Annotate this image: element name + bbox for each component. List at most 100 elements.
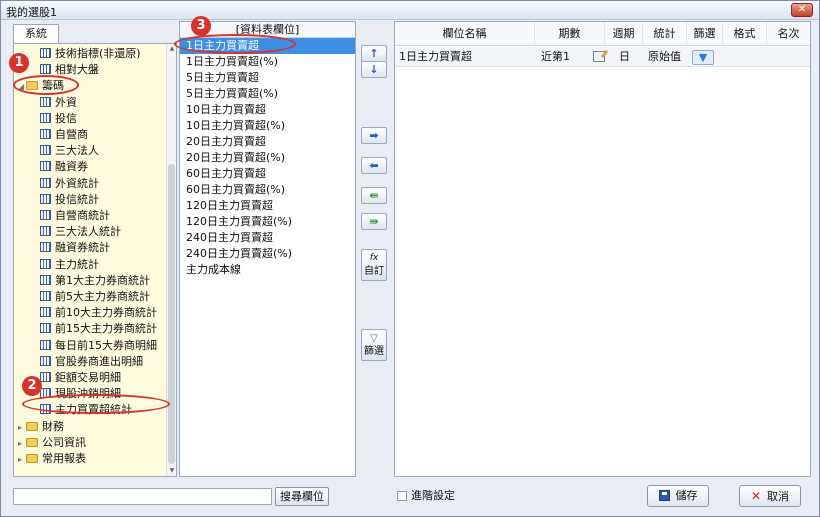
list-item[interactable]: 20日主力買賣超 <box>180 134 355 150</box>
add-all-button[interactable]: ⇛ <box>361 213 387 230</box>
list-item[interactable]: 120日主力買賣超 <box>180 198 355 214</box>
table-icon <box>40 210 51 220</box>
collapsed-arrow-icon[interactable]: ▸ <box>18 420 26 436</box>
cell-field-name: 1日主力買賣超 <box>399 50 472 63</box>
tree-item-label: 前10大主力券商統計 <box>55 306 157 320</box>
filter-button[interactable]: ▽ 篩選 <box>361 329 387 361</box>
col-stat[interactable]: 統計 <box>643 22 687 46</box>
tree-item-label: 三大法人 <box>55 144 99 158</box>
list-item[interactable]: 240日主力買賣超 <box>180 230 355 246</box>
table-icon <box>40 48 51 58</box>
tree-folder[interactable]: ▸ 公司資訊 <box>18 435 86 451</box>
list-item[interactable]: 120日主力買賣超(%) <box>180 214 355 230</box>
grid-header: 欄位名稱 期數 週期 統計 篩選 格式 名次 <box>395 22 810 46</box>
funnel-icon[interactable]: ▼ <box>692 49 714 65</box>
tree-folder[interactable]: ▸ 常用報表 <box>18 451 86 467</box>
tree-item-label: 三大法人統計 <box>55 225 121 239</box>
list-item[interactable]: 5日主力買賣超(%) <box>180 86 355 102</box>
tree-item[interactable]: 第1大主力券商統計 <box>40 273 150 289</box>
save-button[interactable]: 儲存 <box>647 485 709 507</box>
table-icon <box>40 96 51 107</box>
add-field-button[interactable]: ➡ <box>361 127 387 144</box>
tree-item[interactable]: 外資 <box>40 95 77 111</box>
table-icon <box>40 291 51 301</box>
scroll-down-icon[interactable]: ▼ <box>168 467 176 475</box>
cell-cycle: 日 <box>619 50 630 63</box>
table-icon <box>40 339 51 350</box>
table-icon <box>40 355 51 366</box>
tree-item-label: 自營商 <box>55 128 88 141</box>
table-icon <box>40 129 51 139</box>
tree-item[interactable]: 官股券商進出明細 <box>40 354 143 370</box>
tree-item[interactable]: 投信 <box>40 111 77 127</box>
tree-item-label: 官股券商進出明細 <box>55 354 143 368</box>
cell-stat: 原始值 <box>648 50 681 63</box>
tree-scrollbar[interactable]: ▲ ▼ <box>166 44 176 476</box>
collapsed-arrow-icon[interactable]: ▸ <box>18 436 26 452</box>
tree-item-label: 自營商統計 <box>55 209 110 222</box>
folder-icon <box>26 437 38 447</box>
col-rank[interactable]: 名次 <box>767 22 810 46</box>
tree-item[interactable]: 三大法人 <box>40 143 99 159</box>
tree-item[interactable]: 前10大主力券商統計 <box>40 305 157 321</box>
window-title: 我的選股1 <box>6 6 57 19</box>
tree-item[interactable]: 技術指標(非還原) <box>40 46 141 62</box>
custom-label: 自訂 <box>364 266 384 277</box>
tab-system[interactable]: 系統 <box>13 24 59 44</box>
tree-item[interactable]: 前5大主力券商統計 <box>40 289 150 305</box>
tree-item[interactable]: 融資券統計 <box>40 240 110 256</box>
col-field-name[interactable]: 欄位名稱 <box>395 22 535 46</box>
move-up-button[interactable]: ↑ <box>361 45 387 62</box>
list-item[interactable]: 5日主力買賣超 <box>180 70 355 86</box>
cell-filter[interactable]: ▼ <box>692 47 714 67</box>
list-item[interactable]: 1日主力買賣超(%) <box>180 54 355 70</box>
list-item[interactable]: 主力成本線 <box>180 262 355 278</box>
scroll-thumb[interactable] <box>168 164 175 464</box>
tree-folder[interactable]: ▸ 財務 <box>18 419 64 435</box>
edit-period-icon[interactable] <box>593 47 605 67</box>
table-row[interactable]: 1日主力買賣超 近第1 日 原始值 ▼ <box>395 47 810 67</box>
advanced-settings-checkbox[interactable] <box>397 491 407 501</box>
col-format[interactable]: 格式 <box>723 22 767 46</box>
search-field-button[interactable]: 搜尋欄位 <box>275 487 329 506</box>
remove-field-button[interactable]: ⬅ <box>361 157 387 174</box>
move-down-button[interactable]: ↓ <box>361 61 387 78</box>
list-item[interactable]: 240日主力買賣超(%) <box>180 246 355 262</box>
tree-item[interactable]: 自營商 <box>40 127 88 143</box>
bottom-bar: 搜尋欄位 進階設定 儲存 ✕ 取消 <box>1 481 819 517</box>
cancel-button[interactable]: ✕ 取消 <box>739 485 801 507</box>
folder-icon <box>26 421 38 431</box>
formula-icon: fx <box>369 253 379 263</box>
custom-button[interactable]: fx 自訂 <box>361 249 387 281</box>
tree-item[interactable]: 三大法人統計 <box>40 224 121 240</box>
annotation-ellipse-3 <box>174 34 296 54</box>
list-item[interactable]: 10日主力買賣超(%) <box>180 118 355 134</box>
list-item[interactable]: 60日主力買賣超 <box>180 166 355 182</box>
close-x-icon: ✕ <box>750 489 762 503</box>
list-item[interactable]: 60日主力買賣超(%) <box>180 182 355 198</box>
list-item[interactable]: 20日主力買賣超(%) <box>180 150 355 166</box>
col-cycle[interactable]: 週期 <box>605 22 643 46</box>
tree-item[interactable]: 鉅額交易明細 <box>40 370 121 386</box>
list-item[interactable]: 10日主力買賣超 <box>180 102 355 118</box>
tree-item[interactable]: 投信統計 <box>40 192 99 208</box>
collapsed-arrow-icon[interactable]: ▸ <box>18 452 26 468</box>
tree-item[interactable]: 主力統計 <box>40 257 99 273</box>
tree-item-label: 外資 <box>55 95 77 109</box>
table-icon <box>40 226 51 237</box>
folder-icon <box>26 454 38 463</box>
tree-item[interactable]: 自營商統計 <box>40 208 110 224</box>
remove-all-button[interactable]: ⇚ <box>361 187 387 204</box>
table-icon <box>40 145 51 156</box>
tree-item[interactable]: 前15大主力券商統計 <box>40 321 157 337</box>
tree-item[interactable]: 融資券 <box>40 159 88 175</box>
transfer-button-column: ↑ ↓ ➡ ⬅ ⇚ ⇛ fx 自訂 ▽ 篩選 <box>358 21 392 477</box>
table-icon <box>40 323 51 334</box>
col-period[interactable]: 期數 <box>535 22 605 46</box>
tree-item[interactable]: 外資統計 <box>40 176 99 192</box>
col-filter[interactable]: 篩選 <box>687 22 723 46</box>
tree-item[interactable]: 每日前15大券商明細 <box>40 338 157 354</box>
tree-item-label: 投信 <box>55 111 77 125</box>
close-button[interactable]: ✕ <box>791 3 813 17</box>
search-input[interactable] <box>13 488 272 505</box>
